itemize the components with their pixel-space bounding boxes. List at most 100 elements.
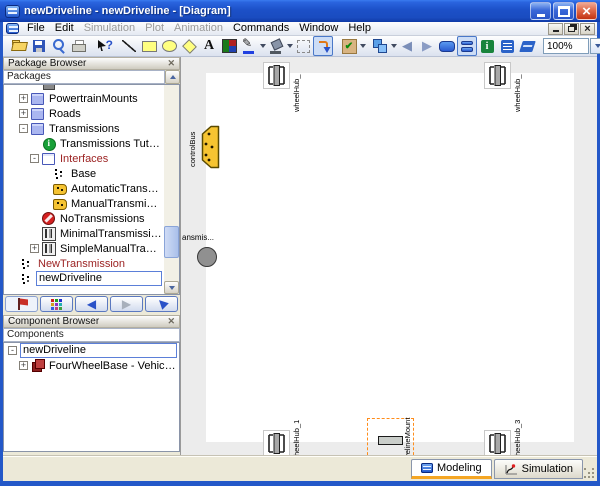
resize-grip[interactable] xyxy=(583,467,595,479)
wheel-hub-rear-left[interactable] xyxy=(263,430,290,455)
expander-icon[interactable]: + xyxy=(19,109,28,118)
rectangle-tool-button[interactable] xyxy=(139,36,159,56)
tab-simulation[interactable]: Simulation xyxy=(494,459,583,479)
zoom-level-value[interactable]: 100% xyxy=(543,38,589,54)
tree-item[interactable]: Transmissions Tutorial xyxy=(4,136,164,151)
text-tool-button[interactable] xyxy=(199,36,219,56)
zoom-level-combo[interactable]: 100% xyxy=(543,38,600,54)
component-browser-header[interactable]: Component Browser ✕ xyxy=(3,315,180,328)
print-button[interactable] xyxy=(69,36,89,56)
tree-item[interactable]: + FourWheelBase - VehicleInterfaces.Dri.… xyxy=(4,358,179,373)
copy-icon xyxy=(373,39,387,53)
zoom-level-dropdown[interactable] xyxy=(590,38,600,54)
scroll-down-button[interactable] xyxy=(164,281,179,294)
copy-class-button[interactable] xyxy=(370,36,390,56)
icon-view-button[interactable] xyxy=(437,36,457,56)
text-editor-button[interactable] xyxy=(517,36,537,56)
expander-icon[interactable]: - xyxy=(30,154,39,163)
fill-color-button[interactable] xyxy=(266,36,286,56)
wheel-hub-front-left[interactable] xyxy=(263,62,290,89)
check-model-dropdown[interactable] xyxy=(359,37,366,55)
tree-item[interactable]: ManualTransmissionBus xyxy=(4,196,164,211)
line-color-dropdown[interactable] xyxy=(259,37,266,55)
navigate-back-button[interactable] xyxy=(75,296,108,312)
tree-item[interactable]: - newDriveline xyxy=(4,343,179,358)
grid-button[interactable] xyxy=(293,36,313,56)
component-browser-close-icon[interactable]: ✕ xyxy=(167,317,175,326)
scrollbar-thumb[interactable] xyxy=(164,226,179,258)
show-package-browser-button[interactable] xyxy=(5,296,38,312)
previous-button[interactable] xyxy=(397,36,417,56)
fill-color-dropdown[interactable] xyxy=(286,37,293,55)
menu-help[interactable]: Help xyxy=(343,22,376,35)
diagram-canvas[interactable] xyxy=(206,73,574,442)
tree-item[interactable]: newDriveline xyxy=(4,271,164,286)
maximize-button[interactable] xyxy=(553,2,574,20)
open-button[interactable] xyxy=(9,36,29,56)
expander-icon[interactable]: + xyxy=(30,244,39,253)
close-button[interactable] xyxy=(576,2,597,20)
next-button[interactable] xyxy=(417,36,437,56)
tree-item-label: NewTransmission xyxy=(36,258,127,270)
expander-icon[interactable]: + xyxy=(19,94,28,103)
wheel-hub-front-right[interactable] xyxy=(484,62,511,89)
bus-icon xyxy=(53,197,67,210)
connect-mode-button[interactable] xyxy=(313,36,333,56)
show-libraries-button[interactable] xyxy=(40,296,73,312)
transmission-flange-connector[interactable] xyxy=(197,247,217,267)
menu-commands[interactable]: Commands xyxy=(228,22,294,35)
check-model-button[interactable] xyxy=(339,36,359,56)
driveline-mount-component[interactable] xyxy=(378,436,403,445)
minimize-button[interactable] xyxy=(530,2,551,20)
tree-item[interactable]: Base xyxy=(4,166,164,181)
diagram-view[interactable]: wheelHub_ wheelHub_ controlBus ansmis... xyxy=(180,57,597,455)
navigate-up-button[interactable] xyxy=(145,296,178,312)
expander-icon[interactable]: + xyxy=(19,361,28,370)
tree-item[interactable]: - Transmissions xyxy=(4,121,164,136)
expander-icon[interactable]: - xyxy=(8,346,17,355)
ellipse-tool-button[interactable] xyxy=(159,36,179,56)
mdi-minimize-button[interactable] xyxy=(548,23,563,35)
open-folder-icon xyxy=(12,40,27,52)
documentation-button[interactable] xyxy=(477,36,497,56)
line-tool-button[interactable] xyxy=(119,36,139,56)
line-color-button[interactable] xyxy=(239,36,259,56)
trans-icon xyxy=(42,227,56,240)
tree-item-label: newDriveline xyxy=(36,271,162,286)
modelica-text-button[interactable] xyxy=(497,36,517,56)
save-button[interactable] xyxy=(29,36,49,56)
package-browser-close-icon[interactable]: ✕ xyxy=(167,59,175,68)
mdi-close-button[interactable] xyxy=(580,23,595,35)
menu-window[interactable]: Window xyxy=(294,22,343,35)
tree-item[interactable]: - Interfaces xyxy=(4,151,164,166)
mdi-child-icon[interactable] xyxy=(6,23,19,34)
zoom-button[interactable] xyxy=(49,36,69,56)
diagram-view-button[interactable] xyxy=(457,36,477,56)
package-tree-scrollbar[interactable] xyxy=(164,85,179,294)
tree-item[interactable]: MinimalTransmission xyxy=(4,226,164,241)
menu-edit[interactable]: Edit xyxy=(50,22,79,35)
scroll-up-button[interactable] xyxy=(165,70,180,84)
tree-item[interactable]: + Roads xyxy=(4,106,164,121)
title-bar[interactable]: newDriveline - newDriveline - [Diagram] xyxy=(0,0,600,22)
tree-item[interactable]: + SimpleManualTransmission xyxy=(4,241,164,256)
tree-item[interactable]: NewTransmission xyxy=(4,256,164,271)
package-icon xyxy=(31,92,45,105)
control-bus-connector[interactable] xyxy=(198,125,220,169)
polygon-tool-button[interactable] xyxy=(179,36,199,56)
context-help-button[interactable] xyxy=(95,36,115,56)
copy-class-dropdown[interactable] xyxy=(390,37,397,55)
tree-item[interactable]: AutomaticTransmissionBus xyxy=(4,181,164,196)
wheel-hub-front-left-label: wheelHub_ xyxy=(292,74,301,112)
wheel-hub-rear-right[interactable] xyxy=(484,430,511,455)
mdi-restore-button[interactable] xyxy=(564,23,579,35)
navigate-forward-button[interactable] xyxy=(110,296,143,312)
package-browser-header[interactable]: Package Browser ✕ xyxy=(3,57,180,70)
expander-icon[interactable]: - xyxy=(19,124,28,133)
bitmap-tool-button[interactable] xyxy=(219,36,239,56)
menu-file[interactable]: File xyxy=(22,22,50,35)
tree-item[interactable]: + PowertrainMounts xyxy=(4,91,164,106)
tree-item[interactable]: NoTransmissions xyxy=(4,211,164,226)
tab-modeling[interactable]: Modeling xyxy=(411,459,492,479)
app-icon xyxy=(5,5,20,18)
